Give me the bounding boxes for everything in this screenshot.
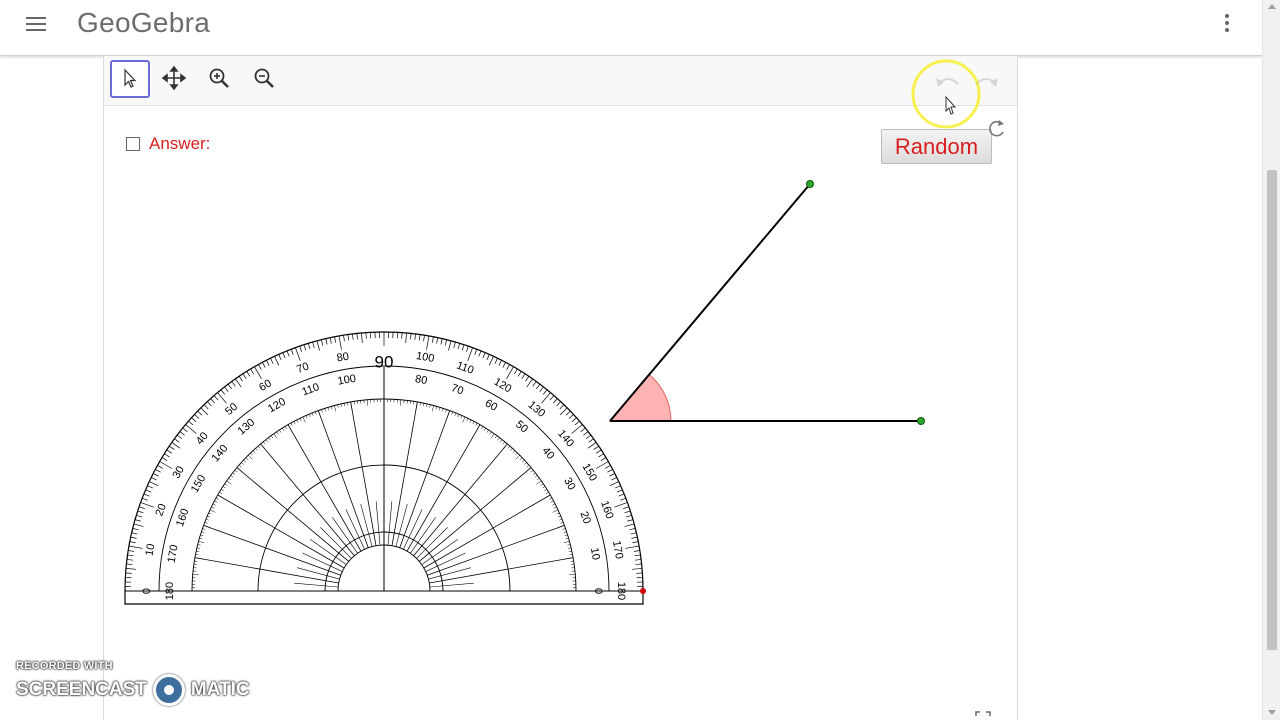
protractor-outer-label: 180 xyxy=(615,582,627,600)
screencast-logo-icon xyxy=(152,674,185,706)
cursor-highlight xyxy=(911,59,981,129)
angle-sector xyxy=(608,373,672,422)
watermark-left: SCREENCAST xyxy=(16,679,147,700)
protractor[interactable]: 0 18010 17020 16030150401405013060120701108… xyxy=(124,331,644,605)
ray-angled[interactable] xyxy=(609,183,811,422)
protractor-inner-label: 0 xyxy=(592,588,604,594)
undo-icon[interactable] xyxy=(936,78,959,87)
fullscreen-icon[interactable] xyxy=(975,711,991,716)
protractor-center-label: 90 xyxy=(375,352,394,371)
point-angled-end[interactable] xyxy=(806,180,814,188)
point-horizontal-end[interactable] xyxy=(917,417,925,425)
mouse-cursor-icon xyxy=(945,95,957,115)
protractor-inner-label: 80 xyxy=(414,373,428,387)
watermark-right: MATIC xyxy=(190,679,250,700)
protractor-inner-label: 10 xyxy=(588,547,602,561)
scrollbar-thumb[interactable] xyxy=(1267,170,1277,650)
protractor-outer-label: 0 xyxy=(141,588,153,594)
refresh-icon[interactable] xyxy=(989,120,1004,137)
graphics-view[interactable]: 0 18010 17020 16030150401405013060120701108… xyxy=(0,0,1262,720)
protractor-outer-label: 10 xyxy=(144,543,158,557)
scroll-down-arrow-icon[interactable] xyxy=(1268,710,1276,715)
protractor-inner-label: 180 xyxy=(164,582,176,600)
page-scrollbar[interactable] xyxy=(1262,0,1280,720)
scroll-up-arrow-icon[interactable] xyxy=(1268,4,1276,9)
watermark-line1: RECORDED WITH xyxy=(16,660,113,672)
protractor-handle-point[interactable] xyxy=(640,588,646,594)
screencast-watermark: RECORDED WITH SCREENCAST MATIC xyxy=(16,660,250,706)
protractor-outer-label: 80 xyxy=(336,351,350,365)
